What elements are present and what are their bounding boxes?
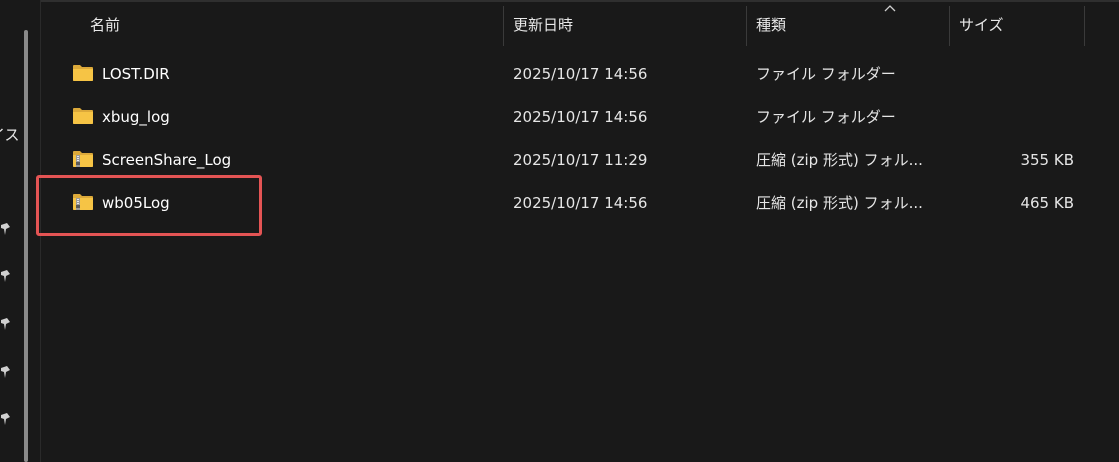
column-header-type[interactable]: 種類 [756,2,786,46]
file-modified: 2025/10/17 14:56 [513,64,648,83]
file-row[interactable]: xbug_log 2025/10/17 14:56 ファイル フォルダー [41,95,1119,138]
sort-ascending-icon [884,5,896,12]
file-modified: 2025/10/17 14:56 [513,193,648,212]
file-modified: 2025/10/17 14:56 [513,107,648,126]
navigation-pane: イス [0,0,40,462]
column-divider[interactable] [503,6,504,46]
zip-folder-icon [73,151,93,167]
file-type: 圧縮 (zip 形式) フォル... [756,151,923,169]
pin-icon[interactable] [1,270,10,282]
file-type: ファイル フォルダー [756,65,896,83]
pin-icon[interactable] [1,223,10,235]
column-header-size[interactable]: サイズ [959,2,1004,46]
file-row[interactable]: LOST.DIR 2025/10/17 14:56 ファイル フォルダー [41,52,1119,95]
file-modified: 2025/10/17 11:29 [513,150,648,169]
nav-item-label-partial[interactable]: イス [0,124,20,145]
folder-icon [73,108,93,124]
file-type: ファイル フォルダー [756,108,896,126]
pin-icon[interactable] [1,366,10,378]
column-divider[interactable] [1084,6,1085,46]
file-type: 圧縮 (zip 形式) フォル... [756,194,923,212]
pin-icon[interactable] [1,318,10,330]
file-size [954,52,1074,95]
column-header-row: 名前 更新日時 種類 サイズ [41,2,1119,46]
column-divider[interactable] [746,6,747,46]
file-size: 465 KB [1020,193,1074,212]
folder-icon [73,65,93,81]
column-header-name[interactable]: 名前 [90,2,120,46]
file-size: 355 KB [1020,150,1074,169]
pin-icon[interactable] [1,413,10,425]
highlight-annotation-box [36,175,262,236]
file-name[interactable]: xbug_log [102,95,170,138]
file-name[interactable]: LOST.DIR [102,52,170,95]
column-header-modified[interactable]: 更新日時 [513,2,573,46]
file-size [954,95,1074,138]
column-divider[interactable] [949,6,950,46]
nav-pane-scrollbar[interactable] [24,30,28,462]
